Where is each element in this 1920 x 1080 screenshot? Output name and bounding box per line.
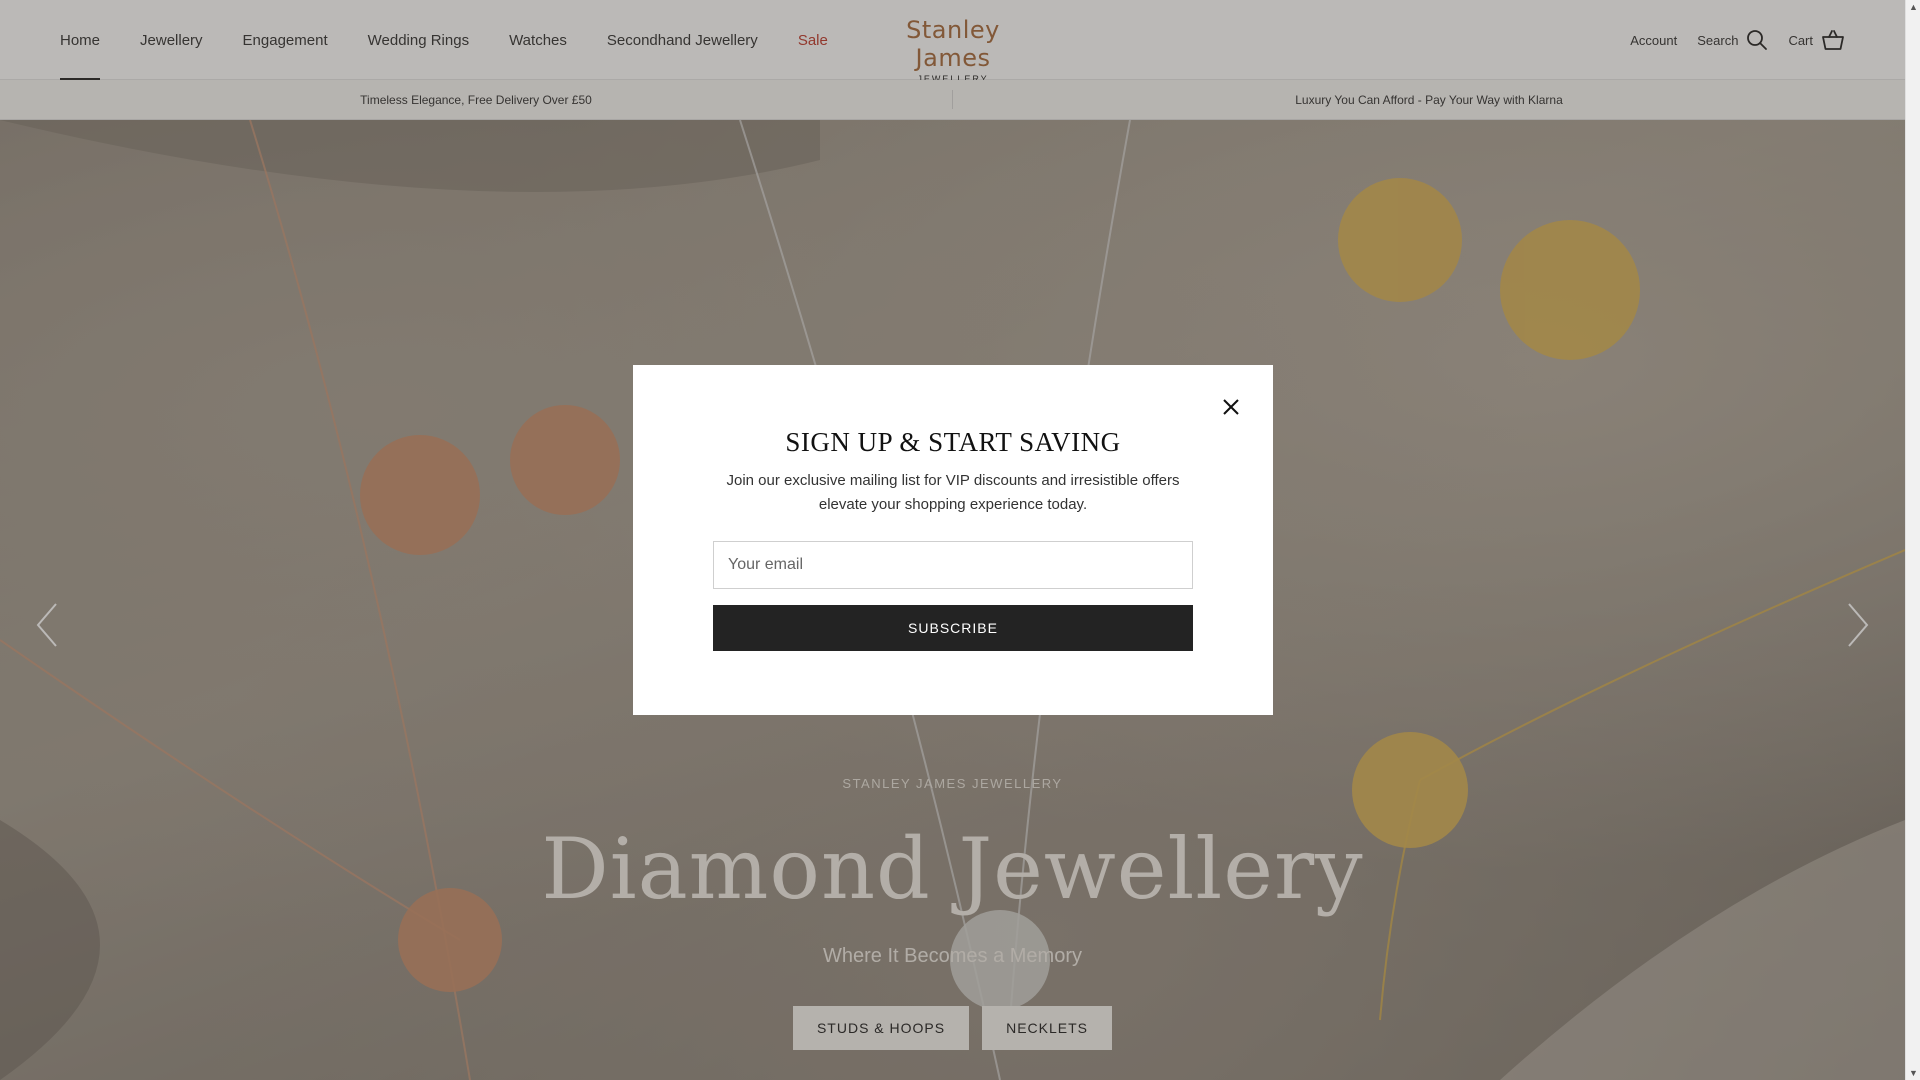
modal-description: Join our exclusive mailing list for VIP … — [726, 472, 1180, 513]
scroll-up-arrow-icon[interactable]: ▲ — [1909, 2, 1918, 12]
page-scrollbar[interactable]: ▲ ▼ — [1905, 0, 1920, 1080]
subscribe-button[interactable]: SUBSCRIBE — [713, 605, 1193, 651]
signup-modal: SIGN UP & START SAVING Join our exclusiv… — [633, 365, 1273, 715]
modal-title: SIGN UP & START SAVING — [785, 427, 1121, 457]
close-button[interactable] — [1219, 395, 1243, 419]
close-icon — [1223, 399, 1239, 415]
email-field[interactable] — [713, 541, 1193, 589]
scroll-down-arrow-icon[interactable]: ▼ — [1909, 1068, 1918, 1078]
